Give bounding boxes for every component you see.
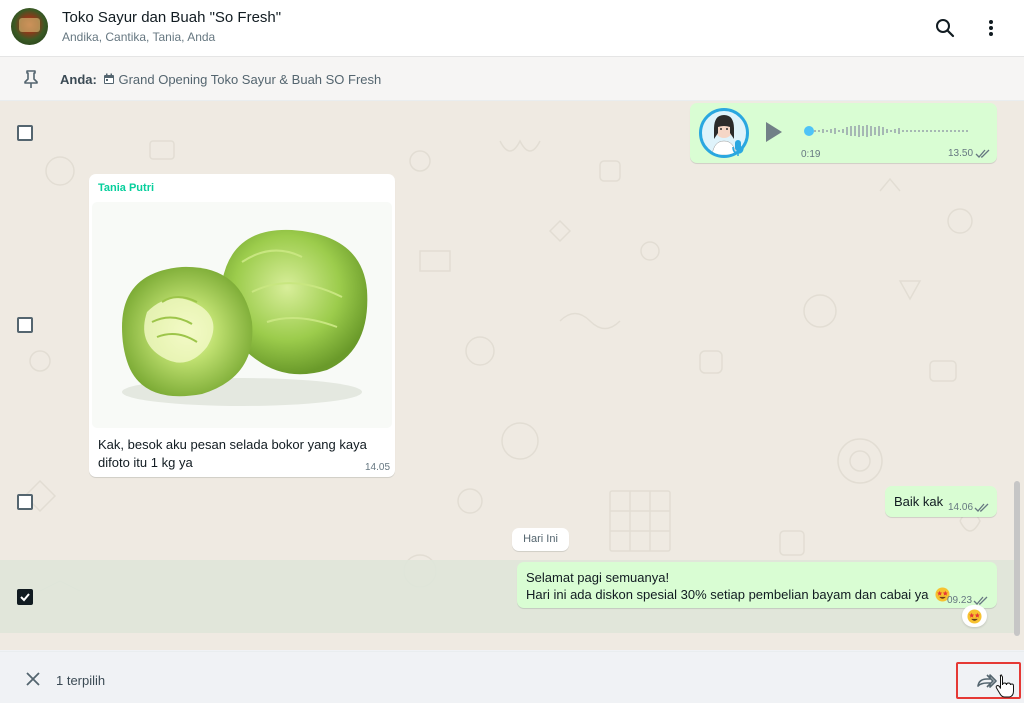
close-icon[interactable]	[26, 672, 40, 686]
promo-time: 09.23	[947, 595, 973, 606]
search-icon[interactable]	[933, 16, 957, 40]
image-message-time: 14.05	[365, 462, 391, 473]
chat-scrollbar[interactable]	[1014, 481, 1020, 636]
read-ticks-icon	[974, 503, 989, 512]
hand-cursor-icon	[995, 674, 1014, 698]
pinned-message-text: Anda: Grand Opening Toko Sayur & Buah SO…	[60, 72, 381, 87]
promo-line2: Hari ini ada diskon spesial 30% setiap p…	[526, 587, 929, 602]
menu-icon[interactable]	[979, 16, 1003, 40]
pinned-message-bar[interactable]: Anda: Grand Opening Toko Sayur & Buah SO…	[0, 57, 1024, 101]
pinned-title: Grand Opening Toko Sayur & Buah SO Fresh	[118, 72, 382, 87]
selection-toolbar: 1 terpilih	[0, 651, 1024, 703]
select-checkbox-voice[interactable]	[17, 125, 33, 141]
forward-button[interactable]	[956, 662, 1021, 699]
select-checkbox-image[interactable]	[17, 317, 33, 333]
image-caption-line2: difoto itu 1 kg ya	[98, 455, 193, 470]
group-members: Andika, Cantika, Tania, Anda	[62, 30, 216, 44]
reply-message-bubble[interactable]: Baik kak 14.06	[885, 486, 997, 517]
read-ticks-icon	[975, 149, 990, 158]
calendar-icon	[104, 73, 115, 84]
reaction-badge[interactable]	[962, 605, 987, 627]
pin-icon	[24, 70, 38, 88]
chat-header: Toko Sayur dan Buah "So Fresh" Andika, C…	[0, 0, 1024, 57]
reply-time: 14.06	[948, 502, 974, 513]
reply-text: Baik kak	[894, 494, 944, 509]
voice-message-bubble[interactable]: 0:19 13.50	[690, 103, 997, 163]
group-title[interactable]: Toko Sayur dan Buah "So Fresh"	[62, 9, 281, 26]
image-message-bubble[interactable]: Tania Putri Kak, besok aku pesan selada …	[89, 174, 395, 477]
mic-icon	[732, 140, 744, 156]
sender-name[interactable]: Tania Putri	[98, 182, 154, 194]
voice-duration: 0:19	[801, 149, 821, 160]
checkmark-icon	[20, 593, 30, 602]
pinned-sender: Anda:	[60, 72, 97, 87]
image-caption-line1: Kak, besok aku pesan selada bokor yang k…	[98, 437, 367, 452]
star-struck-reaction-icon	[967, 608, 982, 624]
select-checkbox-promo[interactable]	[17, 589, 33, 605]
play-icon[interactable]	[764, 121, 784, 143]
voice-time: 13.50	[948, 148, 974, 159]
date-divider: Hari Ini	[512, 528, 569, 551]
group-avatar[interactable]	[11, 8, 48, 45]
lettuce-image[interactable]	[92, 202, 392, 428]
selected-count: 1 terpilih	[56, 673, 106, 688]
promo-message-bubble[interactable]: Selamat pagi semuanya! Hari ini ada disk…	[517, 562, 997, 608]
select-checkbox-reply[interactable]	[17, 494, 33, 510]
chat-area[interactable]: 0:19 13.50 Tania Putri Kak, besok aku pe…	[0, 101, 1024, 650]
playback-knob[interactable]	[804, 126, 814, 136]
promo-line1: Selamat pagi semuanya!	[526, 570, 670, 585]
voice-waveform[interactable]	[803, 119, 978, 143]
